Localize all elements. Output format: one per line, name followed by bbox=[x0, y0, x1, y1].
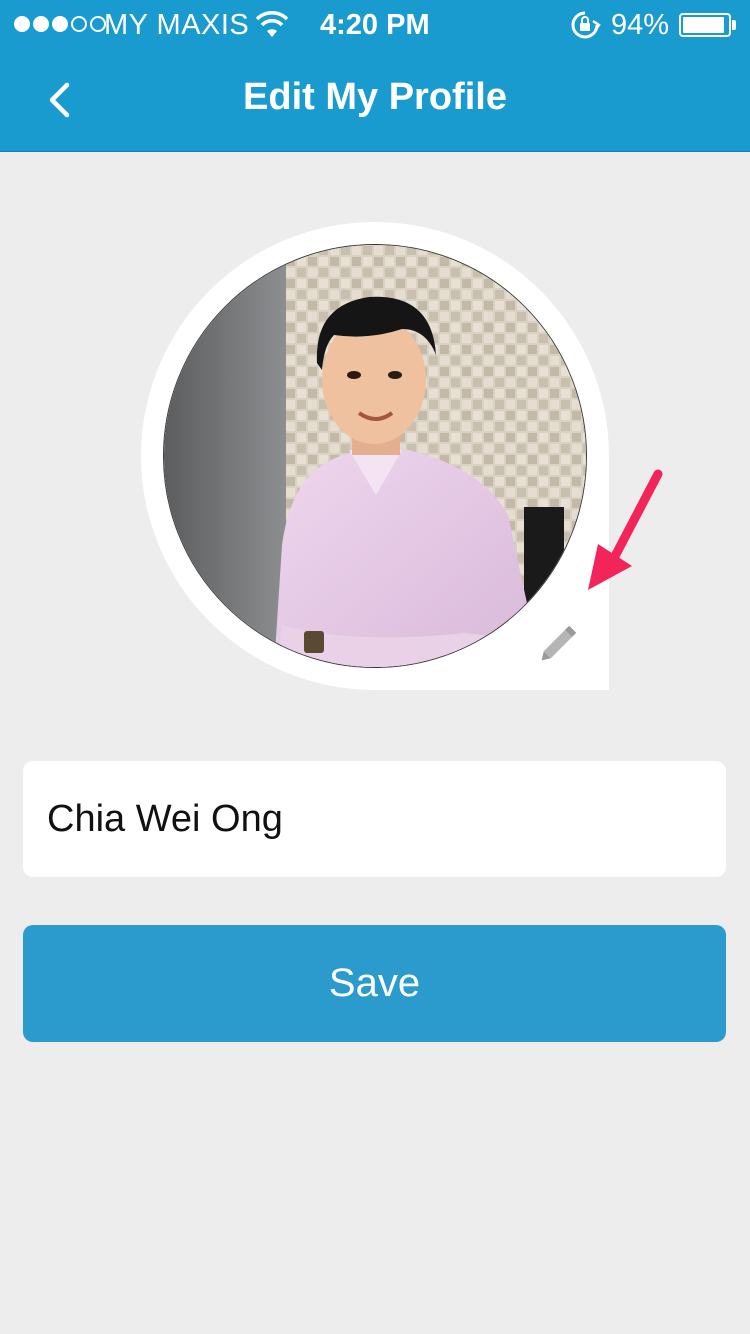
clock: 4:20 PM bbox=[320, 9, 430, 41]
rotation-lock-icon bbox=[569, 10, 601, 48]
battery-percent: 94% bbox=[611, 9, 670, 41]
pencil-icon bbox=[541, 625, 577, 661]
avatar[interactable] bbox=[163, 244, 587, 668]
name-field[interactable] bbox=[23, 761, 726, 877]
signal-strength bbox=[14, 16, 106, 32]
page-title: Edit My Profile bbox=[243, 76, 507, 118]
battery-fill bbox=[683, 17, 725, 33]
signal-dot bbox=[33, 16, 49, 32]
battery-tip bbox=[732, 20, 736, 30]
status-bar: MY MAXIS 4:20 PM 94% bbox=[0, 0, 750, 50]
signal-dot bbox=[71, 16, 87, 32]
battery-icon bbox=[679, 13, 731, 37]
signal-dot bbox=[52, 16, 68, 32]
top-bar: MY MAXIS 4:20 PM 94% Edit My Profile bbox=[0, 0, 750, 152]
arrow-annotation-icon bbox=[570, 462, 670, 602]
save-button[interactable]: Save bbox=[23, 925, 726, 1042]
wifi-icon bbox=[254, 10, 290, 48]
profile-photo bbox=[164, 245, 586, 667]
edit-photo-button[interactable] bbox=[530, 612, 590, 672]
signal-dot bbox=[14, 16, 30, 32]
carrier-name: MY MAXIS bbox=[104, 9, 250, 41]
